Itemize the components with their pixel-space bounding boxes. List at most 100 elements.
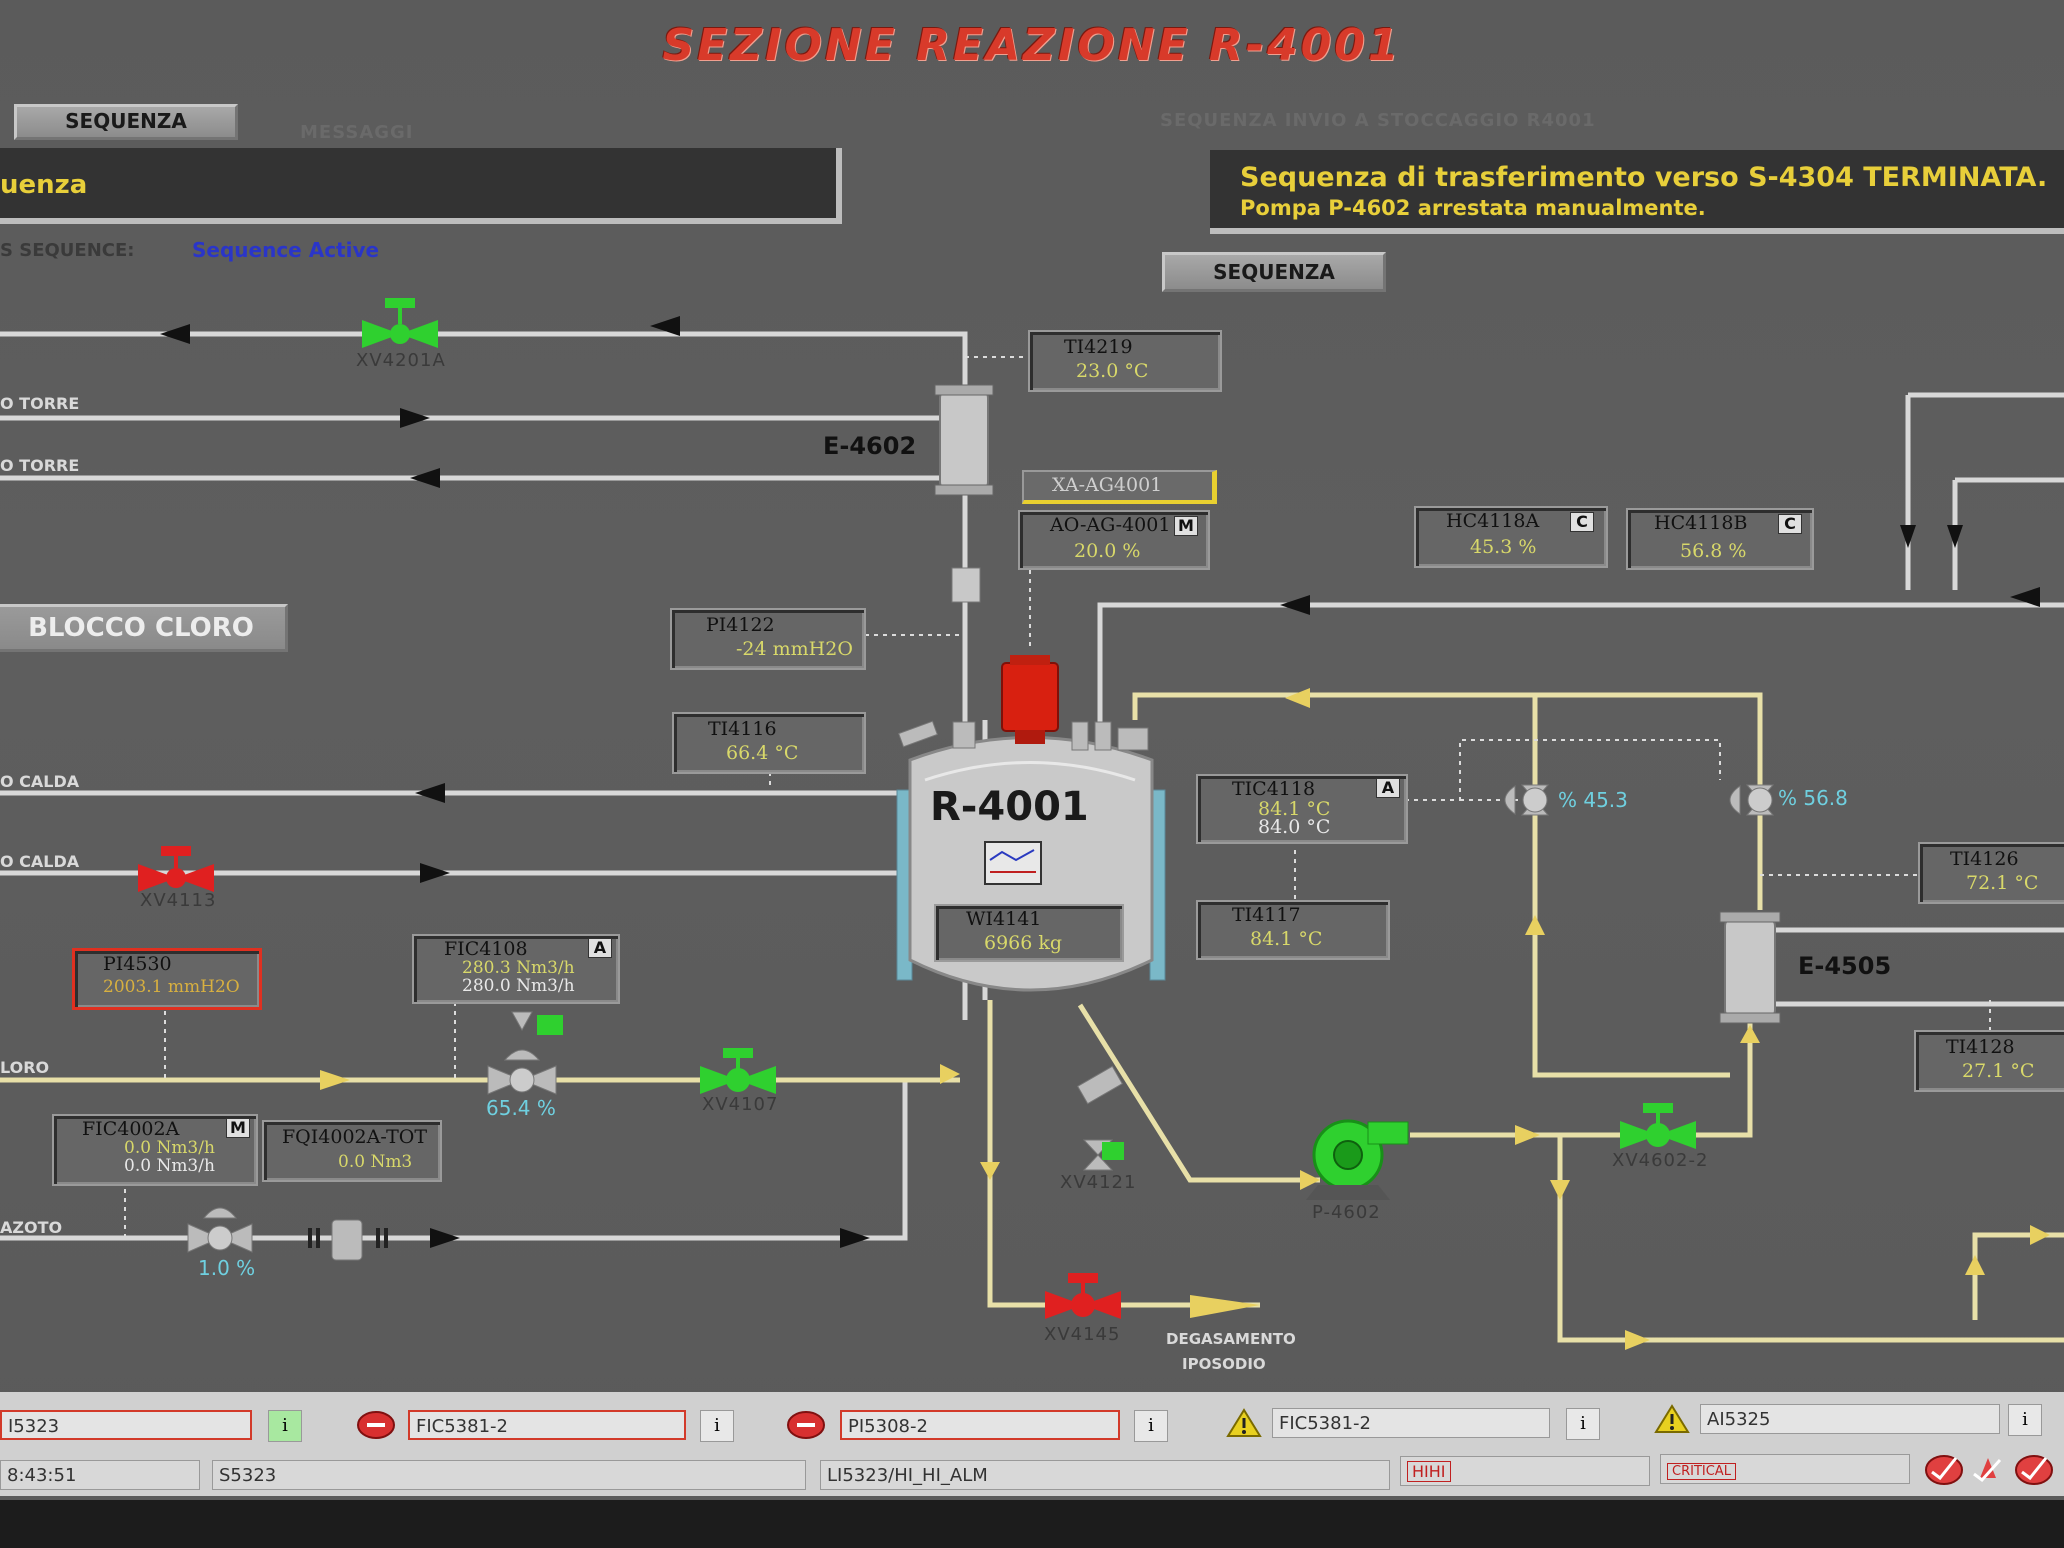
fic4108-tag: FIC4108 xyxy=(444,938,528,960)
hc4118b-mode[interactable]: C xyxy=(1778,514,1802,534)
ao-ag4001-panel[interactable]: AO-AG-4001 M 20.0 % xyxy=(1018,510,1210,570)
valve-label-xv4145[interactable]: XV4145 xyxy=(1044,1324,1120,1345)
alarm-info-5[interactable]: i xyxy=(2008,1404,2042,1436)
alarm-tag: S5323 xyxy=(212,1460,806,1490)
ti4116-value: 66.4 °C xyxy=(726,742,799,764)
exchanger-e4602-shape xyxy=(934,384,994,603)
line-label-cloro: LORO xyxy=(0,1058,50,1077)
line-label-calda-2: O CALDA xyxy=(0,852,80,871)
exchanger-e4505-label: E-4505 xyxy=(1798,952,1892,980)
ti4128-panel[interactable]: TI4128 27.1 °C xyxy=(1914,1030,2064,1092)
valve-label-xv4107[interactable]: XV4107 xyxy=(702,1094,778,1115)
ti4219-panel[interactable]: TI4219 23.0 °C xyxy=(1028,330,1222,392)
ti4126-value: 72.1 °C xyxy=(1966,872,2039,894)
hc4118b-panel[interactable]: HC4118B C 56.8 % xyxy=(1626,508,1814,570)
xa-ag4001-panel[interactable]: XA-AG4001 xyxy=(1022,470,1217,504)
fqi4002a-panel[interactable]: FQI4002A-TOT 0.0 Nm3 xyxy=(262,1120,442,1182)
alarm-warning-icon-5 xyxy=(1654,1404,1690,1433)
alarm-field-2[interactable]: FIC5381-2 xyxy=(408,1410,686,1440)
wi4141-tag: WI4141 xyxy=(966,908,1042,930)
alarm-severity: CRITICAL xyxy=(1660,1454,1910,1484)
ti4219-tag: TI4219 xyxy=(1064,336,1133,358)
alarm-field-1[interactable]: I5323 xyxy=(0,1410,252,1440)
alarm-field-4[interactable]: FIC5381-2 xyxy=(1272,1408,1550,1438)
alarm-info-1[interactable]: i xyxy=(268,1410,302,1442)
alarm-time: 8:43:51 xyxy=(0,1460,200,1490)
ti4117-panel[interactable]: TI4117 84.1 °C xyxy=(1196,900,1390,960)
exchanger-e4602-label: E-4602 xyxy=(823,432,917,460)
fic4002a-value2: 0.0 Nm3/h xyxy=(124,1156,215,1176)
line-label-iposodio: IPOSODIO xyxy=(1182,1355,1266,1373)
line-label-torre-1: O TORRE xyxy=(0,394,80,413)
fqi4002a-value: 0.0 Nm3 xyxy=(338,1152,413,1172)
tic4118-panel[interactable]: TIC4118 A 84.1 °C 84.0 °C xyxy=(1196,774,1408,844)
valve-label-xv4121[interactable]: XV4121 xyxy=(1060,1172,1136,1193)
ti4126-panel[interactable]: TI4126 72.1 °C xyxy=(1918,842,2064,904)
fic4108-value1: 280.3 Nm3/h xyxy=(462,958,575,978)
hc4118b-value: 56.8 % xyxy=(1680,540,1747,562)
pi4530-panel[interactable]: PI4530 2003.1 mmH2O xyxy=(72,948,262,1010)
ti4117-tag: TI4117 xyxy=(1232,904,1301,926)
hc4118b-tag: HC4118B xyxy=(1654,512,1748,534)
hmi-screen: SEZIONE REAZIONE R-4001 SEQUENZA MESSAGG… xyxy=(0,0,2064,1548)
ti4128-value: 27.1 °C xyxy=(1962,1060,2035,1082)
fic4002a-tag: FIC4002A xyxy=(82,1118,180,1140)
ti4117-value: 84.1 °C xyxy=(1250,928,1323,950)
line-label-azoto: AZOTO xyxy=(0,1218,63,1237)
wi4141-value: 6966 kg xyxy=(984,932,1063,954)
hc4118a-panel[interactable]: HC4118A C 45.3 % xyxy=(1414,506,1608,568)
cv-b-percent: % 56.8 xyxy=(1778,786,1848,810)
monitor-bezel xyxy=(0,1500,2064,1548)
alarm-severity-value: CRITICAL xyxy=(1667,1463,1736,1480)
fic4108-value2: 280.0 Nm3/h xyxy=(462,976,575,996)
alarm-priority: HIHI xyxy=(1400,1456,1650,1486)
ao-ag4001-value: 20.0 % xyxy=(1074,540,1141,562)
pi4530-tag: PI4530 xyxy=(103,953,172,975)
tic4118-value2: 84.0 °C xyxy=(1258,816,1331,838)
pump-label[interactable]: P-4602 xyxy=(1312,1202,1381,1223)
process-diagram xyxy=(0,298,2064,1350)
pi4122-panel[interactable]: PI4122 -24 mmH2O xyxy=(670,608,866,670)
line-label-torre-2: O TORRE xyxy=(0,456,80,475)
fic4002a-mode[interactable]: M xyxy=(226,1118,250,1138)
alarm-description: LI5323/HI_HI_ALM xyxy=(820,1460,1390,1490)
fic4108-mode[interactable]: A xyxy=(588,938,612,958)
fic4002a-panel[interactable]: FIC4002A M 0.0 Nm3/h 0.0 Nm3/h xyxy=(52,1114,258,1186)
ao-ag4001-tag: AO-AG-4001 xyxy=(1050,514,1171,536)
ao-ag4001-mode[interactable]: M xyxy=(1174,516,1198,536)
alarm-field-3[interactable]: PI5308-2 xyxy=(840,1410,1120,1440)
exchanger-e4505-shape xyxy=(1719,911,1781,1024)
alarm-info-3[interactable]: i xyxy=(1134,1410,1168,1442)
ti4128-tag: TI4128 xyxy=(1946,1036,2015,1058)
alarm-priority-value: HIHI xyxy=(1407,1461,1451,1482)
hc4118a-value: 45.3 % xyxy=(1470,536,1537,558)
ti4116-panel[interactable]: TI4116 66.4 °C xyxy=(672,712,866,774)
tic4118-mode[interactable]: A xyxy=(1376,778,1400,798)
pi4122-value: -24 mmH2O xyxy=(736,638,853,660)
reactor-label[interactable]: R-4001 xyxy=(930,784,1089,830)
valve-label-xv4201a[interactable]: XV4201A xyxy=(356,350,446,371)
alarm-field-5[interactable]: AI5325 xyxy=(1700,1404,2000,1434)
alarm-info-2[interactable]: i xyxy=(700,1410,734,1442)
alarm-stop-icon-3 xyxy=(787,1411,825,1439)
alarm-bar: I5323 i FIC5381-2 i PI5308-2 i FIC5381-2… xyxy=(0,1392,2064,1496)
fqi4002a-tag: FQI4002A-TOT xyxy=(282,1126,428,1148)
valve-label-xv4602-2[interactable]: XV4602-2 xyxy=(1612,1150,1708,1171)
alarm-stop-icon-2 xyxy=(357,1411,395,1439)
alarm-info-4[interactable]: i xyxy=(1566,1408,1600,1440)
cloro-valve-percent: 65.4 % xyxy=(486,1096,556,1120)
wi4141-panel[interactable]: WI4141 6966 kg xyxy=(934,904,1124,962)
ti4126-tag: TI4126 xyxy=(1950,848,2019,870)
tic4118-tag: TIC4118 xyxy=(1232,778,1316,800)
cv-a-percent: % 45.3 xyxy=(1558,788,1628,812)
ti4116-tag: TI4116 xyxy=(708,718,777,740)
line-label-degasamento: DEGASAMENTO xyxy=(1166,1330,1296,1348)
valve-label-xv4113[interactable]: XV4113 xyxy=(140,890,216,911)
fic4108-panel[interactable]: FIC4108 A 280.3 Nm3/h 280.0 Nm3/h xyxy=(412,934,620,1004)
pi4530-value: 2003.1 mmH2O xyxy=(103,977,240,997)
alarm-ack-icons[interactable] xyxy=(1922,1448,2062,1488)
alarm-warning-icon-4 xyxy=(1226,1408,1262,1437)
hc4118a-mode[interactable]: C xyxy=(1570,512,1594,532)
xa-ag4001-tag: XA-AG4001 xyxy=(1052,474,1163,496)
fic4002a-value1: 0.0 Nm3/h xyxy=(124,1138,215,1158)
